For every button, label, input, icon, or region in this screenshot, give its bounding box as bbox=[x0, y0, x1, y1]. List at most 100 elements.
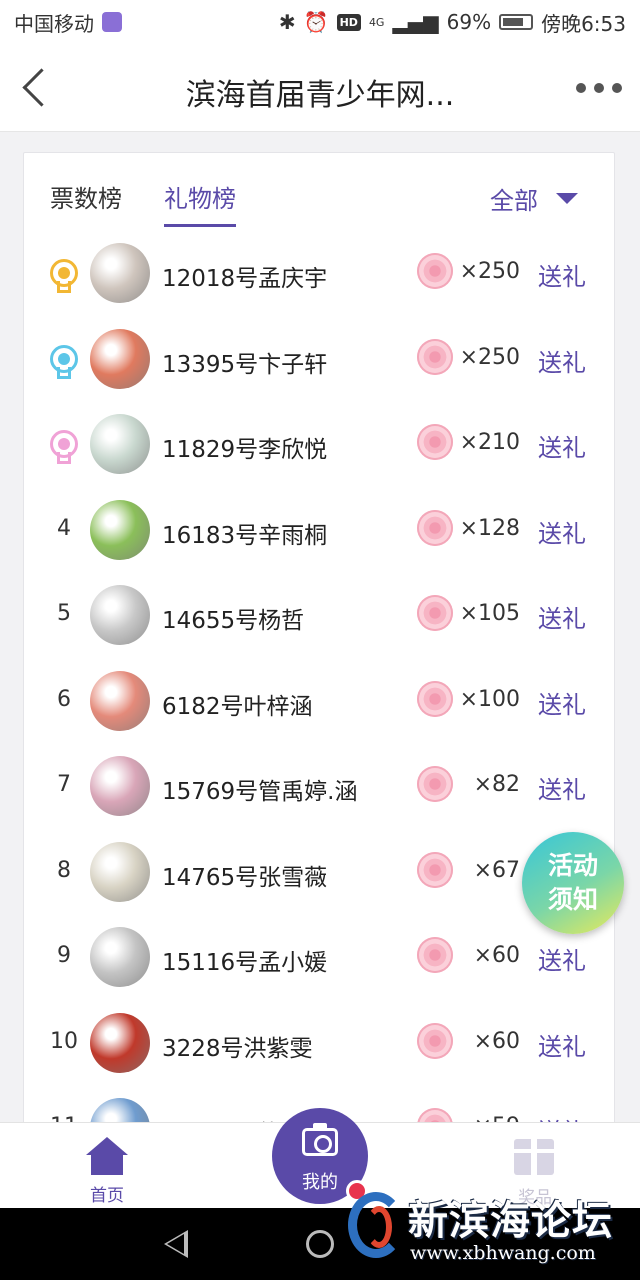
avatar[interactable] bbox=[90, 1012, 150, 1073]
page-title: 滨海首届青少年网... bbox=[185, 78, 455, 113]
clock: 傍晚6:53 bbox=[541, 11, 626, 36]
gift-count: ×128 bbox=[459, 515, 520, 541]
send-gift-button[interactable]: 送礼 bbox=[538, 1027, 586, 1062]
avatar[interactable] bbox=[90, 328, 150, 389]
avatar[interactable] bbox=[90, 243, 150, 303]
nav-home-label: 首页 bbox=[90, 1186, 124, 1206]
gold-medal-icon bbox=[50, 259, 78, 293]
ranking-row: 7 15769号管禹婷.涵 ×82 送礼 bbox=[24, 744, 614, 830]
bronze-medal-icon bbox=[50, 430, 78, 464]
activity-notice-line1: 活动 bbox=[547, 851, 598, 880]
watermark-title: 新滨海论坛 bbox=[408, 1198, 613, 1244]
tab-votes[interactable]: 票数榜 bbox=[50, 179, 122, 214]
battery-icon bbox=[499, 14, 534, 30]
nav-home[interactable]: 首页 bbox=[72, 1133, 142, 1206]
network-label: 4G bbox=[368, 15, 385, 29]
signal-icon: ▂▄▆ bbox=[392, 10, 439, 34]
filter-dropdown[interactable]: 全部 bbox=[490, 181, 578, 216]
send-gift-button[interactable]: 送礼 bbox=[538, 599, 586, 634]
status-bar: 中国移动 ✱ ⏰ HD 4G ▂▄▆ 69% 傍晚6:53 bbox=[0, 0, 640, 44]
send-gift-button[interactable]: 送礼 bbox=[538, 257, 586, 292]
gift-count: ×60 bbox=[473, 1028, 520, 1054]
rank-number: 4 bbox=[57, 515, 71, 541]
gift-count: ×250 bbox=[459, 344, 520, 370]
avatar[interactable] bbox=[90, 585, 150, 645]
rose-gift-icon bbox=[417, 509, 453, 546]
bluetooth-icon: ✱ bbox=[278, 10, 296, 34]
battery-percent: 69% bbox=[446, 10, 492, 34]
avatar[interactable] bbox=[90, 927, 150, 987]
gift-count: ×210 bbox=[459, 430, 520, 455]
ranking-list: 12018号孟庆宇 ×250 送礼 13395号卞子轩 ×250 送礼 1182… bbox=[24, 231, 614, 1151]
ranking-card: 票数榜 礼物榜 全部 12018号孟庆宇 ×250 送礼 13395号卞子轩 ×… bbox=[23, 152, 615, 1152]
carrier-label: 中国移动 bbox=[14, 11, 94, 36]
contestant-name: 15116号孟小媛 bbox=[162, 950, 328, 976]
contestant-name: 14765号张雪薇 bbox=[162, 864, 328, 891]
ranking-row: 9 15116号孟小媛 ×60 送礼 bbox=[24, 915, 614, 1001]
rank-number: 6 bbox=[57, 686, 71, 712]
back-button[interactable] bbox=[18, 66, 58, 110]
avatar[interactable] bbox=[90, 414, 150, 474]
forum-watermark: 新滨海论坛 www.xbhwang.com bbox=[340, 1180, 640, 1280]
ranking-row: 11829号李欣悦 ×210 送礼 bbox=[24, 402, 614, 488]
rose-gift-icon bbox=[417, 937, 453, 973]
home-icon bbox=[86, 1137, 128, 1175]
more-dot-icon bbox=[612, 83, 622, 93]
gift-count: ×60 bbox=[473, 943, 520, 968]
ranking-row: 6 6182号叶梓涵 ×100 送礼 bbox=[24, 659, 614, 745]
ranking-row: 10 3228号洪紫雯 ×60 送礼 bbox=[24, 1001, 614, 1087]
rank-number: 9 bbox=[57, 943, 71, 968]
more-dot-icon bbox=[594, 83, 604, 93]
rose-gift-icon bbox=[417, 1022, 453, 1059]
alarm-icon: ⏰ bbox=[303, 10, 329, 34]
avatar[interactable] bbox=[90, 841, 150, 902]
more-dot-icon bbox=[576, 83, 586, 93]
rose-gift-icon bbox=[417, 338, 453, 375]
contestant-name: 12018号孟庆宇 bbox=[162, 266, 328, 292]
contestant-name: 14655号杨哲 bbox=[162, 608, 305, 634]
contestant-name: 13395号卞子轩 bbox=[162, 351, 328, 378]
system-home-icon[interactable] bbox=[306, 1230, 334, 1258]
send-gift-button[interactable]: 送礼 bbox=[538, 343, 586, 378]
send-gift-button[interactable]: 送礼 bbox=[538, 514, 586, 549]
ranking-row: 12018号孟庆宇 ×250 送礼 bbox=[24, 231, 614, 317]
send-gift-button[interactable]: 送礼 bbox=[538, 428, 586, 463]
send-gift-button[interactable]: 送礼 bbox=[538, 770, 586, 805]
send-gift-button[interactable]: 送礼 bbox=[538, 685, 586, 720]
ranking-row: 4 16183号辛雨桐 ×128 送礼 bbox=[24, 488, 614, 574]
contestant-name: 3228号洪紫雯 bbox=[162, 1035, 313, 1062]
contestant-name: 15769号管禹婷.涵 bbox=[162, 779, 358, 805]
watermark-url: www.xbhwang.com bbox=[410, 1242, 596, 1264]
rank-number: 5 bbox=[57, 601, 71, 626]
contestant-name: 6182号叶梓涵 bbox=[162, 693, 313, 720]
rose-gift-icon bbox=[417, 680, 453, 717]
avatar[interactable] bbox=[90, 756, 150, 816]
forum-logo-icon bbox=[348, 1192, 408, 1262]
nav-bar: 滨海首届青少年网... bbox=[0, 44, 640, 132]
rank-number: 10 bbox=[50, 1028, 78, 1054]
rose-gift-icon bbox=[417, 253, 453, 289]
hd-icon: HD bbox=[336, 13, 361, 31]
more-button[interactable] bbox=[576, 76, 622, 100]
gift-count: ×105 bbox=[459, 601, 520, 626]
silver-medal-icon bbox=[50, 344, 78, 379]
rose-gift-icon bbox=[417, 424, 453, 460]
gift-count: ×100 bbox=[459, 686, 520, 712]
tab-gifts[interactable]: 礼物榜 bbox=[164, 179, 236, 227]
contestant-name: 16183号辛雨桐 bbox=[162, 522, 328, 549]
system-back-icon[interactable] bbox=[164, 1230, 188, 1258]
avatar[interactable] bbox=[90, 670, 150, 731]
contestant-name: 11829号李欣悦 bbox=[162, 437, 328, 463]
filter-label: 全部 bbox=[490, 187, 538, 215]
rank-number: 7 bbox=[57, 772, 71, 797]
caret-down-icon bbox=[556, 193, 578, 204]
rose-gift-icon bbox=[417, 595, 453, 631]
ranking-tabs: 票数榜 礼物榜 全部 bbox=[24, 153, 614, 227]
rose-gift-icon bbox=[417, 766, 453, 802]
ranking-row: 13395号卞子轩 ×250 送礼 bbox=[24, 317, 614, 403]
send-gift-button[interactable]: 送礼 bbox=[538, 941, 586, 976]
activity-notice-button[interactable]: 活动 须知 bbox=[522, 832, 624, 934]
avatar[interactable] bbox=[90, 499, 150, 560]
gift-count: ×82 bbox=[473, 772, 520, 797]
app-notification-icon bbox=[102, 12, 122, 32]
